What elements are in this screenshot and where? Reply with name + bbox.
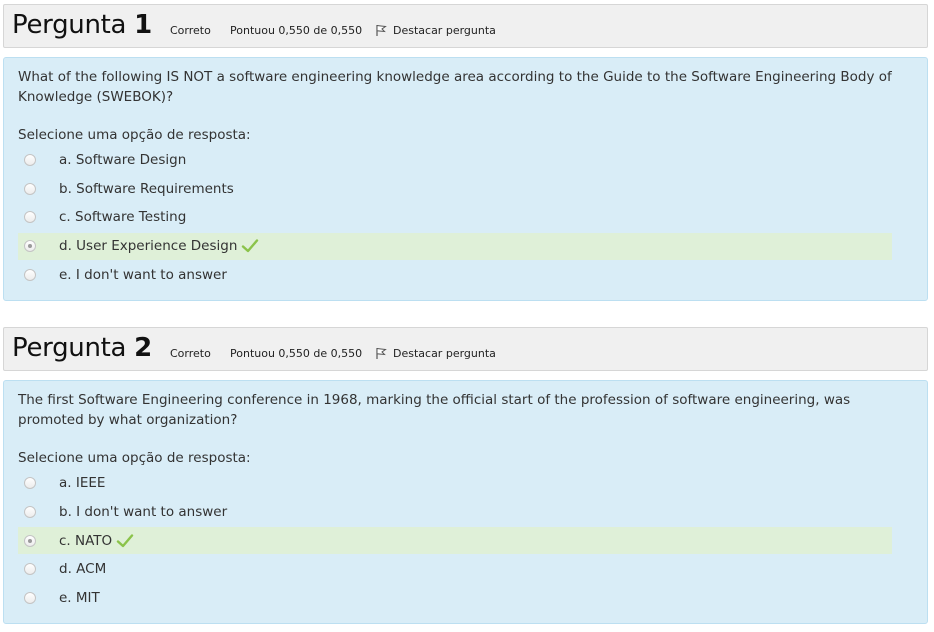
- flag-question-label: Destacar pergunta: [393, 24, 496, 37]
- flag-icon: [376, 347, 387, 359]
- radio-button[interactable]: [24, 211, 36, 224]
- option-label: b. Software Requirements: [59, 180, 234, 197]
- answer-prompt: Selecione uma opção de resposta:: [18, 127, 251, 143]
- radio-button[interactable]: [24, 591, 36, 604]
- check-icon: [116, 533, 134, 547]
- option-label: d. ACM: [59, 561, 107, 578]
- answer-options: a. Software Design b. Software Requireme…: [18, 146, 913, 289]
- answer-options: a. IEEE b. I don't want to answer c. NAT…: [18, 469, 913, 612]
- question-text: What of the following IS NOT a software …: [18, 69, 892, 105]
- option-label: e. I don't want to answer: [59, 266, 227, 283]
- option-label: c. NATO: [59, 532, 113, 549]
- answer-option-d[interactable]: d. User Experience Design: [18, 232, 892, 260]
- question-number: 2: [134, 333, 152, 363]
- radio-button[interactable]: [24, 182, 36, 195]
- answer-option-a[interactable]: a. IEEE: [18, 469, 892, 498]
- flag-question-link[interactable]: Destacar pergunta: [375, 24, 496, 37]
- radio-button-selected[interactable]: [24, 534, 36, 547]
- question-number: 1: [134, 10, 152, 40]
- flag-icon: [376, 24, 387, 36]
- question-title: Pergunta 2: [12, 333, 152, 363]
- answer-option-e[interactable]: e. I don't want to answer: [18, 261, 892, 290]
- radio-button[interactable]: [24, 477, 36, 490]
- flag-question-link[interactable]: Destacar pergunta: [375, 347, 496, 360]
- radio-button[interactable]: [24, 505, 36, 518]
- radio-button[interactable]: [24, 154, 36, 167]
- question-content: The first Software Engineering conferenc…: [3, 380, 928, 624]
- flag-question-label: Destacar pergunta: [393, 347, 496, 360]
- answer-option-e[interactable]: e. MIT: [18, 584, 892, 613]
- question-text: The first Software Engineering conferenc…: [18, 392, 851, 428]
- option-label: d. User Experience Design: [59, 238, 238, 254]
- question-title-word: Pergunta: [12, 333, 127, 363]
- question-content: What of the following IS NOT a software …: [3, 57, 928, 301]
- answer-option-c[interactable]: c. NATO: [18, 527, 892, 554]
- radio-button-selected[interactable]: [24, 240, 36, 252]
- question-title: Pergunta 1: [12, 10, 152, 40]
- option-label: b. I don't want to answer: [59, 503, 228, 520]
- question-state: Correto: [170, 347, 211, 360]
- answer-prompt: Selecione uma opção de resposta:: [18, 450, 251, 466]
- question-2: Pergunta 2 Correto Pontuou 0,550 de 0,55…: [3, 327, 928, 624]
- option-label: a. Software Design: [59, 152, 187, 169]
- option-label: e. MIT: [59, 589, 100, 606]
- radio-button[interactable]: [24, 563, 36, 576]
- answer-option-b[interactable]: b. I don't want to answer: [18, 498, 892, 527]
- answer-option-b[interactable]: b. Software Requirements: [18, 175, 892, 204]
- answer-option-a[interactable]: a. Software Design: [18, 146, 892, 175]
- question-grade: Pontuou 0,550 de 0,550: [230, 347, 363, 360]
- question-1: Pergunta 1 Correto Pontuou 0,550 de 0,55…: [3, 4, 928, 301]
- answer-option-c[interactable]: c. Software Testing: [18, 203, 892, 232]
- answer-option-d[interactable]: d. ACM: [18, 555, 892, 584]
- option-label: a. IEEE: [59, 475, 106, 492]
- question-header: Pergunta 2 Correto Pontuou 0,550 de 0,55…: [3, 327, 928, 371]
- question-header: Pergunta 1 Correto Pontuou 0,550 de 0,55…: [3, 4, 928, 48]
- check-icon: [242, 239, 259, 253]
- question-title-word: Pergunta: [12, 10, 127, 40]
- option-label: c. Software Testing: [59, 209, 187, 226]
- question-state: Correto: [170, 24, 211, 37]
- question-grade: Pontuou 0,550 de 0,550: [230, 24, 363, 37]
- radio-button[interactable]: [24, 268, 36, 281]
